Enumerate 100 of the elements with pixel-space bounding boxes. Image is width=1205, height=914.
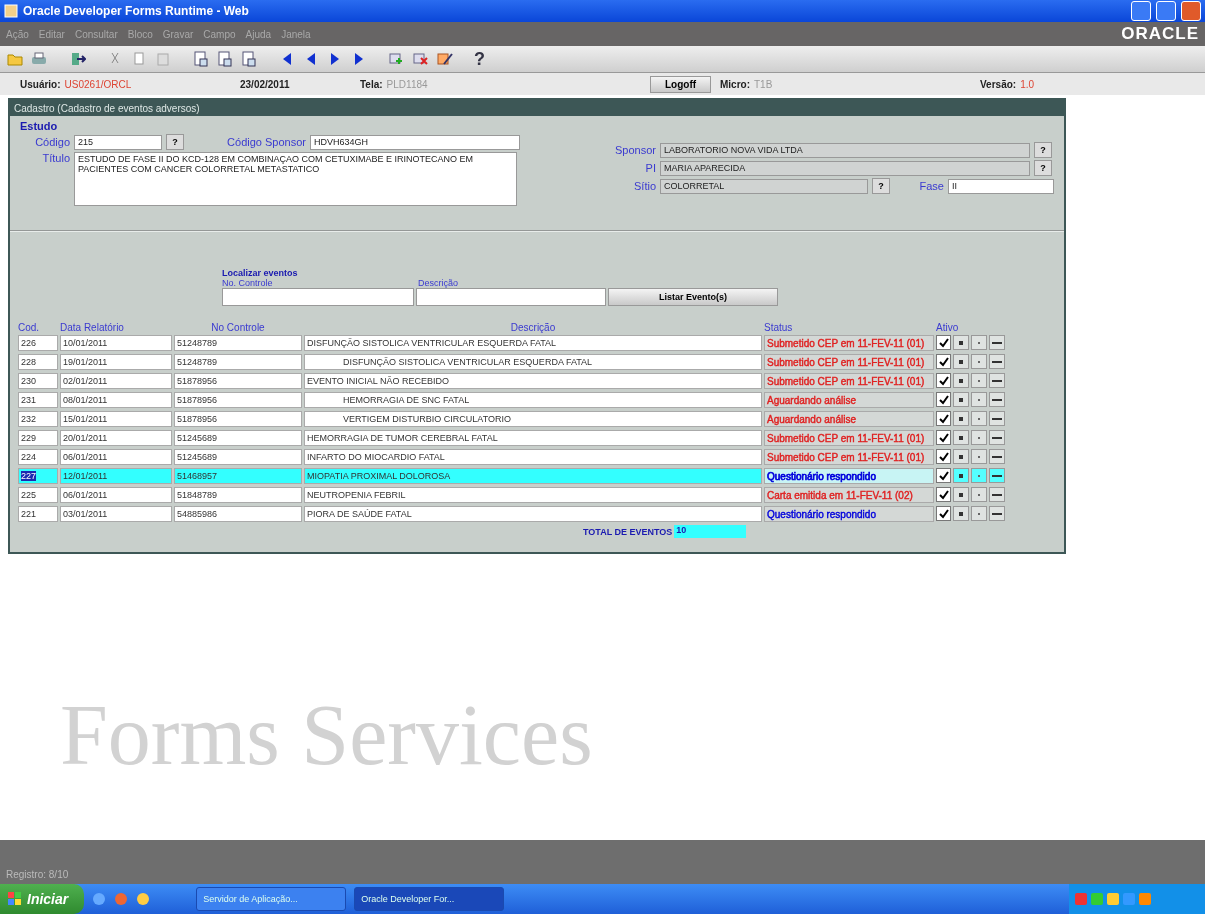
field-label: PI xyxy=(644,162,656,174)
lov-button[interactable]: ? xyxy=(1034,142,1052,158)
table-cell: MIOPATIA PROXIMAL DOLOROSA xyxy=(304,467,762,484)
expand-button[interactable] xyxy=(953,506,969,521)
lov-button[interactable]: ? xyxy=(872,178,890,194)
minimize-button[interactable] xyxy=(1131,1,1151,21)
duplicate-record-icon[interactable] xyxy=(216,50,234,68)
taskbar-item[interactable]: Servidor de Aplicação... xyxy=(196,887,347,911)
expand-button[interactable] xyxy=(953,392,969,407)
screen-label: Tela: xyxy=(360,78,383,90)
active-checkbox[interactable] xyxy=(936,392,951,407)
more-button[interactable] xyxy=(989,354,1005,369)
description-search-field[interactable] xyxy=(416,288,606,306)
field-label: Código xyxy=(34,136,70,148)
table-cell: 51878956 xyxy=(174,410,302,427)
table-cell: INFARTO DO MIOCARDIO FATAL xyxy=(304,448,762,465)
edit-icon[interactable] xyxy=(436,50,454,68)
field-label: Sítio xyxy=(633,180,656,192)
more-button[interactable] xyxy=(989,487,1005,502)
dash-icon xyxy=(992,341,1002,344)
more-button[interactable] xyxy=(989,392,1005,407)
status-text: Submetido CEP em 11-FEV-11 (01) xyxy=(767,375,925,387)
status-text: Carta emitida em 11-FEV-11 (02) xyxy=(767,489,913,501)
more-button[interactable] xyxy=(989,449,1005,464)
table-cell: 230 xyxy=(18,372,58,389)
active-checkbox[interactable] xyxy=(936,373,951,388)
active-checkbox[interactable] xyxy=(936,449,951,464)
section-heading: Estudo xyxy=(20,120,59,132)
help-button[interactable]: ? xyxy=(474,48,485,70)
taskbar-item[interactable]: Oracle Developer For... xyxy=(354,887,505,911)
messenger-icon[interactable] xyxy=(136,892,151,906)
dash-icon xyxy=(992,398,1002,401)
dash-icon xyxy=(992,512,1002,515)
active-checkbox[interactable] xyxy=(936,354,951,369)
field-label: Código Sponsor xyxy=(226,136,306,148)
active-checkbox[interactable] xyxy=(936,468,951,483)
field-label: Descrição xyxy=(418,278,459,288)
more-button[interactable] xyxy=(989,373,1005,388)
window-title: Oracle Developer Forms Runtime - Web xyxy=(23,4,250,18)
active-checkbox[interactable] xyxy=(936,411,951,426)
expand-button[interactable] xyxy=(953,449,969,464)
expand-button[interactable] xyxy=(953,468,969,483)
record-status: Registro: 8/10 xyxy=(6,869,69,880)
active-checkbox[interactable] xyxy=(936,487,951,502)
version-value: 1.0 xyxy=(1020,78,1035,90)
new-record-icon[interactable] xyxy=(192,50,210,68)
table-cell: 03/01/2011 xyxy=(60,505,172,522)
sponsor-code-field[interactable]: HDVH634GH xyxy=(310,134,520,150)
lov-button[interactable]: ? xyxy=(166,134,184,150)
code-field[interactable]: 215 xyxy=(74,134,162,150)
brand-logo: ORACLE xyxy=(1121,24,1199,44)
table-cell: 02/01/2011 xyxy=(60,372,172,389)
table-cell: EVENTO INICIAL NÃO RECEBIDO xyxy=(304,372,762,389)
list-events-button[interactable]: Listar Evento(s) xyxy=(608,288,778,306)
more-button[interactable] xyxy=(989,430,1005,445)
table-cell: 231 xyxy=(18,391,58,408)
control-search-field[interactable] xyxy=(222,288,414,306)
date-value: 23/02/2011 xyxy=(240,78,290,90)
expand-button[interactable] xyxy=(953,411,969,426)
active-checkbox[interactable] xyxy=(936,506,951,521)
sponsor-field[interactable]: LABORATORIO NOVA VIDA LTDA xyxy=(660,142,1030,158)
table-cell: 224 xyxy=(18,448,58,465)
clear-record-icon[interactable] xyxy=(240,50,258,68)
expand-button[interactable] xyxy=(953,335,969,350)
close-button[interactable] xyxy=(1181,1,1201,21)
more-button[interactable] xyxy=(989,506,1005,521)
restore-button[interactable] xyxy=(1156,1,1176,21)
column-header: Ativo xyxy=(936,322,960,333)
micro-value: T1B xyxy=(754,78,773,90)
user-value: US0261/ORCL xyxy=(64,78,132,90)
title-field[interactable]: ESTUDO DE FASE II DO KCD-128 EM COMBINAÇAO COM CETUXIMABE E IRINOTECANO EM PACIENTES COM CANCER COLORRETAL METASTATICO xyxy=(74,152,517,206)
expand-button[interactable] xyxy=(953,487,969,502)
expand-button[interactable] xyxy=(953,430,969,445)
phase-select[interactable]: II xyxy=(948,178,1054,194)
dash-icon xyxy=(992,455,1002,458)
more-button[interactable] xyxy=(989,335,1005,350)
column-header: Data Relatório xyxy=(60,322,125,333)
pi-field[interactable]: MARIA APARECIDA xyxy=(660,160,1030,176)
table-cell: 229 xyxy=(18,429,58,446)
expand-button[interactable] xyxy=(953,354,969,369)
status-text: Aguardando análise xyxy=(767,413,856,425)
table-cell: 15/01/2011 xyxy=(60,410,172,427)
table-cell: 51848789 xyxy=(174,486,302,503)
more-button[interactable] xyxy=(989,411,1005,426)
search-heading: Localizar eventos xyxy=(222,268,299,278)
status-text: Questionário respondido xyxy=(767,470,876,482)
screen-value: PLD1184 xyxy=(386,78,428,90)
active-checkbox[interactable] xyxy=(936,430,951,445)
lov-button[interactable]: ? xyxy=(1034,160,1052,176)
active-checkbox[interactable] xyxy=(936,335,951,350)
table-cell: VERTIGEM DISTURBIO CIRCULATORIO xyxy=(304,410,762,427)
table-cell: HEMORRAGIA DE SNC FATAL xyxy=(304,391,762,408)
more-button[interactable] xyxy=(989,468,1005,483)
table-cell: 232 xyxy=(18,410,58,427)
table-cell: 228 xyxy=(18,353,58,370)
site-field[interactable]: COLORRETAL xyxy=(660,178,868,194)
expand-button[interactable] xyxy=(953,373,969,388)
logoff-button[interactable]: Logoff xyxy=(650,75,712,93)
dash-icon xyxy=(992,379,1002,382)
table-cell: 51248789 xyxy=(174,334,302,351)
